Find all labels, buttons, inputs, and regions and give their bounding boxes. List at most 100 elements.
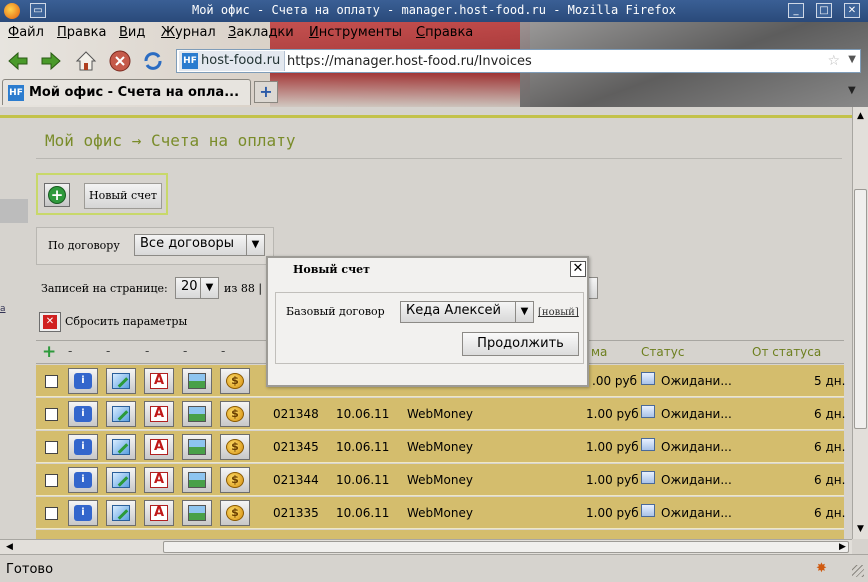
row-checkbox[interactable] xyxy=(45,408,58,421)
pay-button[interactable]: $ xyxy=(220,401,250,427)
header-dash: - xyxy=(68,344,73,358)
tab-invoices[interactable]: HF Мой офис - Счета на опла... xyxy=(2,79,251,105)
horizontal-scroll-thumb[interactable] xyxy=(163,541,849,553)
table-row[interactable]: i A $ 021345 10.06.11 WebMoney 1.00 руб … xyxy=(36,431,845,463)
forward-arrow-icon[interactable] xyxy=(39,49,63,73)
pdf-button[interactable]: A xyxy=(144,434,174,460)
status-window-icon[interactable] xyxy=(641,471,655,484)
row-checkbox[interactable] xyxy=(45,441,58,454)
menu-help[interactable]: Справка xyxy=(416,25,473,40)
column-header-amount[interactable]: ма xyxy=(591,345,607,359)
invoice-number: 021335 xyxy=(273,506,319,520)
image-button[interactable] xyxy=(182,401,212,427)
contract-filter: По договору Все договоры ▼ xyxy=(36,227,274,265)
info-button[interactable]: i xyxy=(68,368,98,394)
url-text[interactable]: https://manager.host-food.ru/Invoices xyxy=(287,52,532,72)
status-window-icon[interactable] xyxy=(641,438,655,451)
pay-button[interactable]: $ xyxy=(220,500,250,526)
base-contract-select[interactable]: Кеда Алексей ▼ xyxy=(400,301,534,323)
site-favicon-icon: HF xyxy=(182,53,198,69)
new-tab-plus-icon[interactable]: + xyxy=(254,81,278,103)
window-menu-icon[interactable]: ▭ xyxy=(30,3,46,18)
edit-button[interactable] xyxy=(106,368,136,394)
resize-grip-icon[interactable] xyxy=(852,565,864,577)
vertical-scrollbar[interactable]: ▲ ▼ xyxy=(852,107,868,539)
info-icon: i xyxy=(74,439,92,455)
edit-button[interactable] xyxy=(106,500,136,526)
left-sidebar-link[interactable]: а xyxy=(0,304,6,314)
menu-history[interactable]: Журнал xyxy=(161,25,216,40)
row-checkbox[interactable] xyxy=(45,474,58,487)
image-button[interactable] xyxy=(182,434,212,460)
url-bar[interactable]: HF host-food.ru https://manager.host-foo… xyxy=(176,49,861,73)
row-checkbox[interactable] xyxy=(45,375,58,388)
image-button[interactable] xyxy=(182,467,212,493)
scroll-up-icon[interactable]: ▲ xyxy=(853,109,868,124)
info-button[interactable]: i xyxy=(68,500,98,526)
scroll-down-icon[interactable]: ▼ xyxy=(853,522,868,537)
table-row[interactable]: i A $ 021348 10.06.11 WebMoney 1.00 руб … xyxy=(36,398,846,430)
close-icon[interactable]: ✕ xyxy=(844,3,860,18)
menu-view[interactable]: Вид xyxy=(119,25,145,40)
bookmark-star-icon[interactable]: ☆ xyxy=(827,53,840,69)
info-button[interactable]: i xyxy=(68,401,98,427)
status-text: Готово xyxy=(6,562,54,577)
site-identity[interactable]: HF host-food.ru xyxy=(179,51,286,71)
edit-button[interactable] xyxy=(106,434,136,460)
pdf-button[interactable]: A xyxy=(144,467,174,493)
menu-edit[interactable]: Правка xyxy=(57,25,106,40)
pdf-button[interactable]: A xyxy=(144,368,174,394)
image-button[interactable] xyxy=(182,368,212,394)
reset-filters-link[interactable]: Сбросить параметры xyxy=(65,315,187,328)
url-dropdown-icon[interactable]: ▼ xyxy=(848,54,856,65)
maximize-icon[interactable]: □ xyxy=(816,3,832,18)
table-row[interactable] xyxy=(36,530,844,539)
image-button[interactable] xyxy=(182,500,212,526)
header-accent-line xyxy=(0,115,852,118)
invoice-status: Ожидани... xyxy=(661,506,732,520)
new-contract-link[interactable]: [новый] xyxy=(538,307,579,318)
menu-bookmarks[interactable]: Закладки xyxy=(228,25,294,40)
home-icon[interactable] xyxy=(74,49,98,73)
status-window-icon[interactable] xyxy=(641,372,655,385)
column-header-from-status[interactable]: От статуса xyxy=(752,345,821,359)
status-window-icon[interactable] xyxy=(641,504,655,517)
status-age: 6 дн. xyxy=(814,407,846,421)
menu-file[interactable]: Файл xyxy=(8,25,44,40)
scroll-right-icon[interactable]: ▶ xyxy=(835,540,850,554)
info-button[interactable]: i xyxy=(68,467,98,493)
row-checkbox[interactable] xyxy=(45,507,58,520)
add-row-plus-icon[interactable]: + xyxy=(42,344,56,361)
status-age: 5 дн. xyxy=(814,374,846,388)
new-invoice-button[interactable]: Новый счет xyxy=(84,183,163,209)
column-header-status[interactable]: Статус xyxy=(641,345,684,359)
scroll-left-icon[interactable]: ◀ xyxy=(2,540,17,554)
back-arrow-icon[interactable] xyxy=(6,49,30,73)
edit-button[interactable] xyxy=(106,401,136,427)
reset-filters-button[interactable]: ✕ xyxy=(39,312,61,332)
minimize-icon[interactable]: _ xyxy=(788,3,804,18)
continue-button[interactable]: Продолжить xyxy=(462,332,579,356)
pay-button[interactable]: $ xyxy=(220,434,250,460)
dialog-close-icon[interactable]: ✕ xyxy=(570,261,586,277)
reload-icon[interactable] xyxy=(141,49,165,73)
table-row[interactable]: i A $ 021344 10.06.11 WebMoney 1.00 руб … xyxy=(36,464,845,496)
info-button[interactable]: i xyxy=(68,434,98,460)
stop-icon[interactable] xyxy=(108,49,132,73)
invoice-status: Ожидани... xyxy=(661,374,732,388)
pdf-button[interactable]: A xyxy=(144,500,174,526)
vertical-scroll-thumb[interactable] xyxy=(854,189,867,429)
contract-filter-select[interactable]: Все договоры ▼ xyxy=(134,234,265,256)
add-invoice-button[interactable]: + xyxy=(44,183,70,207)
tab-list-dropdown-icon[interactable]: ▼ xyxy=(848,85,856,96)
status-window-icon[interactable] xyxy=(641,405,655,418)
pay-button[interactable]: $ xyxy=(220,467,250,493)
edit-button[interactable] xyxy=(106,467,136,493)
menu-tools[interactable]: Инструменты xyxy=(309,25,402,40)
per-page-select[interactable]: 20 ▼ xyxy=(175,277,219,299)
pay-button[interactable]: $ xyxy=(220,368,250,394)
pdf-button[interactable]: A xyxy=(144,401,174,427)
horizontal-scrollbar[interactable]: ◀ ▶ xyxy=(0,539,852,554)
table-row[interactable]: i A $ 021335 10.06.11 WebMoney 1.00 руб … xyxy=(36,497,845,529)
addon-status-icon[interactable]: ✸ xyxy=(816,561,832,577)
